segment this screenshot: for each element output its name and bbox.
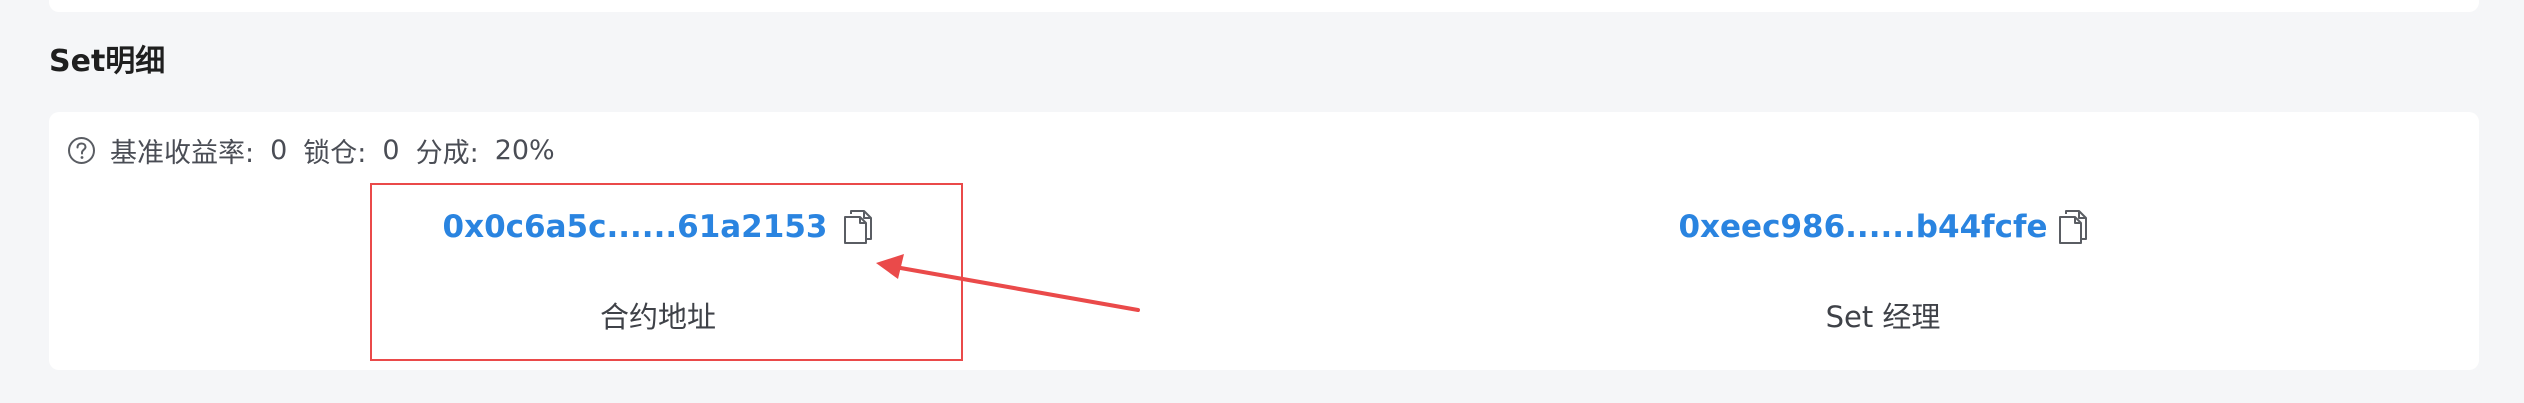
- previous-section-card: [49, 0, 2479, 12]
- share-value: 20%: [494, 134, 555, 166]
- question-circle-icon[interactable]: [67, 136, 96, 165]
- contract-address-block: 0x0c6a5c......61a2153 合约地址: [358, 192, 958, 336]
- yield-label: 基准收益率:: [110, 137, 255, 169]
- contract-address-row: 0x0c6a5c......61a2153: [358, 192, 958, 262]
- manager-address-label: Set 经理: [1825, 300, 1941, 334]
- manager-address-link[interactable]: 0xeec986......b44fcfe: [1678, 209, 2047, 245]
- contract-address-label: 合约地址: [599, 300, 716, 334]
- set-detail-card: 基准收益率: 0 锁仓: 0 分成: 20% 0x0c6a5c......61a…: [49, 112, 2479, 370]
- yield-value: 0: [270, 134, 288, 166]
- section-title: Set明细: [49, 44, 166, 79]
- lock-value: 0: [382, 134, 400, 166]
- manager-address-row: 0xeec986......b44fcfe: [1583, 192, 2183, 262]
- contract-address-link[interactable]: 0x0c6a5c......61a2153: [443, 209, 828, 245]
- copy-icon[interactable]: [843, 209, 873, 245]
- share-label: 分成:: [415, 137, 479, 169]
- copy-icon[interactable]: [2058, 209, 2088, 245]
- manager-address-block: 0xeec986......b44fcfe Set 经理: [1583, 192, 2183, 336]
- lock-label: 锁仓:: [303, 137, 367, 169]
- info-line: 基准收益率: 0 锁仓: 0 分成: 20%: [67, 130, 571, 170]
